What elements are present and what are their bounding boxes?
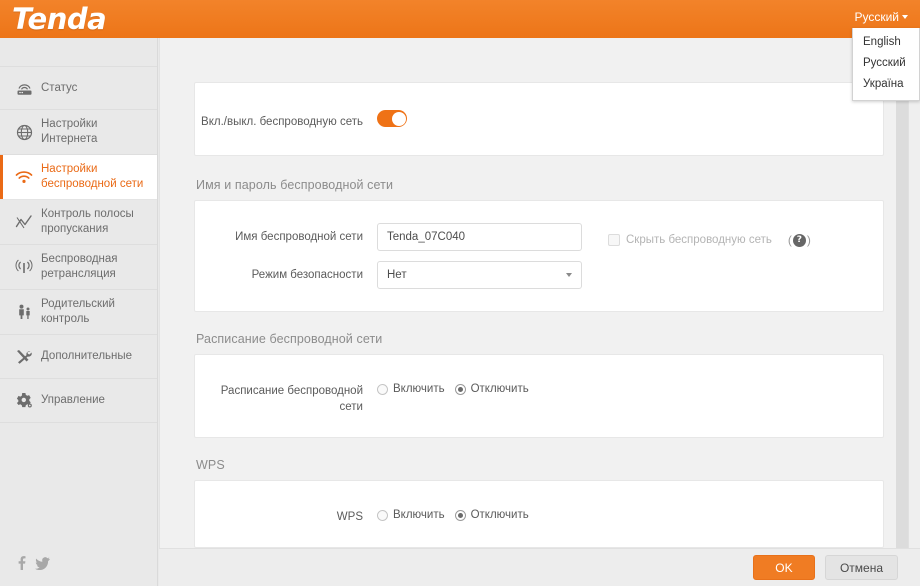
sidebar-item-wireless-settings[interactable]: Настройки беспроводной сети xyxy=(0,155,157,200)
radio-label: Включить xyxy=(393,383,445,395)
wps-field: Включить Отключить xyxy=(377,503,529,521)
sidebar-item-label: Родительский контроль xyxy=(41,298,115,325)
sidebar-item-parental-control[interactable]: Родительский контроль xyxy=(0,290,157,335)
schedule-radio-enable[interactable]: Включить xyxy=(377,383,445,395)
language-option-russian[interactable]: Русский xyxy=(853,53,919,74)
ssid-section-title: Имя и пароль беспроводной сети xyxy=(196,178,394,192)
tenda-logo: Tenda xyxy=(12,2,107,36)
help-question-icon: ? xyxy=(792,233,806,247)
sidebar-item-internet-settings[interactable]: Настройки Интернета xyxy=(0,110,157,155)
hide-ssid-label: Скрыть беспроводную сеть xyxy=(626,234,772,246)
schedule-section-title: Расписание беспроводной сети xyxy=(196,332,383,346)
wireless-enable-toggle[interactable] xyxy=(377,110,407,127)
wireless-toggle-row: Вкл./выкл. беспроводную сеть xyxy=(195,103,883,135)
schedule-label: Расписание беспроводной сети xyxy=(220,385,363,413)
radio-label: Включить xyxy=(393,509,445,521)
wireless-toggle-label: Вкл./выкл. беспроводную сеть xyxy=(201,116,363,128)
social-links xyxy=(18,556,50,570)
security-mode-row: Режим безопасности Нет xyxy=(195,256,883,294)
scrollbar-gutter xyxy=(896,38,908,586)
ssid-panel: Имя беспроводной сети Скрыть беспроводну… xyxy=(194,200,884,312)
schedule-radio-group: Включить Отключить xyxy=(377,377,529,395)
schedule-radio-disable[interactable]: Отключить xyxy=(454,383,529,395)
wireless-toggle-field xyxy=(377,108,407,127)
sidebar-item-label: Беспроводная ретрансляция xyxy=(41,253,118,280)
language-option-ukrainian[interactable]: Україна xyxy=(853,74,919,95)
security-mode-select[interactable]: Нет xyxy=(377,261,582,289)
wps-label: WPS xyxy=(336,511,363,523)
schedule-panel: Расписание беспроводной сети Включить От… xyxy=(194,354,884,438)
schedule-field: Включить Отключить xyxy=(377,377,529,395)
sidebar-item-label: Управление xyxy=(41,394,105,406)
sidebar-item-advanced[interactable]: Дополнительные xyxy=(0,335,157,379)
sidebar-nav: Статус Настройки Интернета Настройки бес… xyxy=(0,66,157,423)
ssid-input[interactable] xyxy=(377,223,582,251)
wps-radio-disable[interactable]: Отключить xyxy=(454,509,529,521)
language-selector-button[interactable]: Русский xyxy=(854,10,908,24)
sidebar-item-label: Контроль полосы пропускания xyxy=(41,208,134,235)
schedule-row: Расписание беспроводной сети Включить От… xyxy=(195,372,883,420)
ssid-label: Имя беспроводной сети xyxy=(235,231,363,243)
hide-ssid-help[interactable]: (?) xyxy=(788,233,811,247)
hide-ssid-wrap: Скрыть беспроводную сеть (?) xyxy=(608,227,811,247)
gear-icon xyxy=(14,392,34,410)
sidebar-item-status[interactable]: Статус xyxy=(0,66,157,110)
sidebar-item-bandwidth-control[interactable]: Контроль полосы пропускания xyxy=(0,200,157,245)
chevron-down-icon xyxy=(566,273,572,277)
sidebar: Статус Настройки Интернета Настройки бес… xyxy=(0,38,158,586)
wps-radio-group: Включить Отключить xyxy=(377,503,529,521)
chart-icon xyxy=(14,213,34,231)
tools-icon xyxy=(14,348,34,366)
ok-button[interactable]: OK xyxy=(752,555,815,580)
toggle-knob xyxy=(391,111,406,126)
sidebar-item-management[interactable]: Управление xyxy=(0,379,157,423)
hide-ssid-checkbox[interactable] xyxy=(608,234,620,246)
twitter-icon[interactable] xyxy=(35,556,50,570)
language-selector-label: Русский xyxy=(854,10,899,24)
wireless-toggle-panel: Вкл./выкл. беспроводную сеть xyxy=(194,82,884,156)
sidebar-item-label: Дополнительные xyxy=(41,350,133,362)
wps-radio-enable[interactable]: Включить xyxy=(377,509,445,521)
chevron-down-icon xyxy=(902,14,908,19)
language-option-english[interactable]: English xyxy=(853,32,919,53)
sidebar-item-label: Статус xyxy=(41,81,78,94)
wps-section-title: WPS xyxy=(196,458,225,472)
main-content: Вкл./выкл. беспроводную сеть Имя и парол… xyxy=(159,38,908,586)
wifi-icon xyxy=(14,168,34,186)
sidebar-item-wireless-repeating[interactable]: Беспроводная ретрансляция xyxy=(0,245,157,290)
ssid-row: Имя беспроводной сети Скрыть беспроводну… xyxy=(195,218,883,256)
wps-row: WPS Включить Отключить xyxy=(195,498,883,530)
wps-panel: WPS Включить Отключить xyxy=(194,480,884,548)
globe-icon xyxy=(14,123,34,141)
radio-dot xyxy=(454,509,466,521)
radio-dot xyxy=(377,509,388,521)
scrollbar-track[interactable] xyxy=(908,38,920,586)
security-mode-field: Нет xyxy=(377,261,582,289)
security-mode-label: Режим безопасности xyxy=(251,269,363,281)
cancel-button[interactable]: Отмена xyxy=(824,555,898,580)
language-dropdown-menu[interactable]: English Русский Україна xyxy=(852,28,920,101)
router-icon xyxy=(14,79,34,97)
radio-dot xyxy=(377,383,388,395)
radio-label: Отключить xyxy=(470,383,529,395)
facebook-icon[interactable] xyxy=(18,556,26,570)
security-mode-value: Нет xyxy=(387,269,407,281)
settings-content: Вкл./выкл. беспроводную сеть Имя и парол… xyxy=(160,38,908,586)
antenna-icon xyxy=(14,258,34,276)
ssid-field: Скрыть беспроводную сеть (?) xyxy=(377,223,811,251)
radio-dot xyxy=(454,383,466,395)
sidebar-item-label: Настройки беспроводной сети xyxy=(41,163,144,190)
radio-label: Отключить xyxy=(470,509,529,521)
action-bar: OK Отмена xyxy=(159,548,920,586)
sidebar-item-label: Настройки Интернета xyxy=(41,118,98,145)
app-header: Tenda Русский English Русский Україна xyxy=(0,0,920,101)
people-icon xyxy=(14,303,34,321)
